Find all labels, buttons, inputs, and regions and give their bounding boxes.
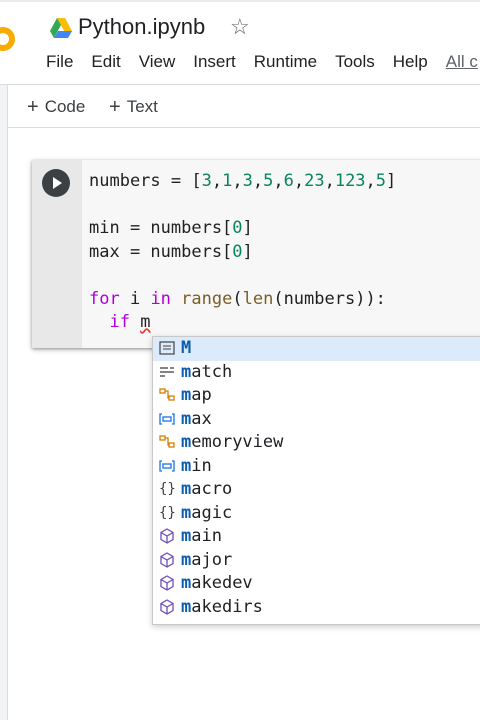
google-drive-icon[interactable] <box>50 18 72 38</box>
add-code-button[interactable]: + Code <box>27 95 85 118</box>
menu-runtime[interactable]: Runtime <box>254 52 317 72</box>
header-bar: Python.ipynb ☆ File Edit View Insert Run… <box>0 0 480 84</box>
suggestion-item[interactable]: major <box>153 549 480 573</box>
code-line-7: if m <box>109 312 151 332</box>
plus-icon: + <box>109 96 121 118</box>
all-changes-link[interactable]: All c <box>446 52 478 72</box>
star-icon[interactable]: ☆ <box>230 14 250 40</box>
suggestion-item[interactable]: max <box>153 408 480 432</box>
menu-file[interactable]: File <box>46 52 73 72</box>
suggestion-item[interactable]: main <box>153 525 480 549</box>
menu-view[interactable]: View <box>139 52 176 72</box>
suggestion-label: max <box>181 408 212 429</box>
code-line-3: min = numbers[0] <box>89 218 253 238</box>
module-icon <box>159 575 175 591</box>
menu-bar: File Edit View Insert Runtime Tools Help… <box>46 52 480 72</box>
class-icon <box>159 434 175 450</box>
module-icon <box>159 598 175 615</box>
suggestion-item[interactable]: makedirs <box>153 596 480 620</box>
add-code-label: Code <box>44 97 86 116</box>
suggestion-item[interactable]: match <box>153 361 480 385</box>
suggestion-item[interactable]: {} magic <box>153 502 480 526</box>
suggestion-label: map <box>181 385 212 405</box>
menu-insert[interactable]: Insert <box>193 52 236 72</box>
suggestion-label: match <box>181 361 233 382</box>
class-icon <box>159 387 175 403</box>
suggestion-item[interactable]: min <box>153 455 480 479</box>
menu-help[interactable]: Help <box>393 52 428 72</box>
module-icon <box>159 528 175 544</box>
plus-icon: + <box>27 96 39 118</box>
text-icon <box>159 340 175 356</box>
menu-edit[interactable]: Edit <box>91 52 120 72</box>
top-divider <box>0 0 480 2</box>
left-rail <box>0 85 8 720</box>
add-text-label: Text <box>126 97 158 116</box>
add-text-button[interactable]: + Text <box>109 95 158 118</box>
code-line-1: numbers = [3,1,3,5,6,23,123,5] <box>89 171 397 191</box>
menu-tools[interactable]: Tools <box>335 52 375 72</box>
suggestion-label: min <box>181 455 212 476</box>
keyword-icon <box>159 364 175 380</box>
code-cell[interactable]: numbers = [3,1,3,5,6,23,123,5] min = num… <box>32 160 480 348</box>
code-editor[interactable]: numbers = [3,1,3,5,6,23,123,5] min = num… <box>89 170 396 335</box>
variable-icon <box>159 458 175 474</box>
suggestion-label: main <box>181 526 222 546</box>
autocomplete-popup: Mmatch map max memoryview min {} macro {} magic m… <box>152 336 480 625</box>
snippet-icon: {} <box>159 481 176 497</box>
notebook-toolbar: + Code + Text <box>7 85 480 128</box>
suggestion-label: M <box>181 338 192 358</box>
variable-icon <box>159 411 175 427</box>
colab-logo[interactable] <box>0 26 16 52</box>
suggestion-label: memoryview <box>181 432 284 452</box>
suggestion-item[interactable]: makedev <box>153 572 480 596</box>
cell-gutter <box>32 160 82 348</box>
suggestion-item[interactable]: map <box>153 384 480 408</box>
suggestion-item[interactable]: M <box>153 337 480 361</box>
code-line-6: for i in range(len(numbers)): <box>89 288 386 309</box>
suggestion-label: makedirs <box>181 596 263 617</box>
suggestion-item[interactable]: {} macro <box>153 478 480 502</box>
suggestion-label: makedev <box>181 573 253 593</box>
code-line-4: max = numbers[0] <box>89 241 253 262</box>
suggestion-label: major <box>181 549 233 570</box>
run-cell-button[interactable] <box>42 169 70 197</box>
notebook-title[interactable]: Python.ipynb <box>78 14 205 40</box>
suggestion-label: macro <box>181 479 233 499</box>
module-icon <box>159 551 175 568</box>
suggestion-item[interactable]: memoryview <box>153 431 480 455</box>
snippet-icon: {} <box>159 504 176 521</box>
suggestion-label: magic <box>181 502 233 523</box>
